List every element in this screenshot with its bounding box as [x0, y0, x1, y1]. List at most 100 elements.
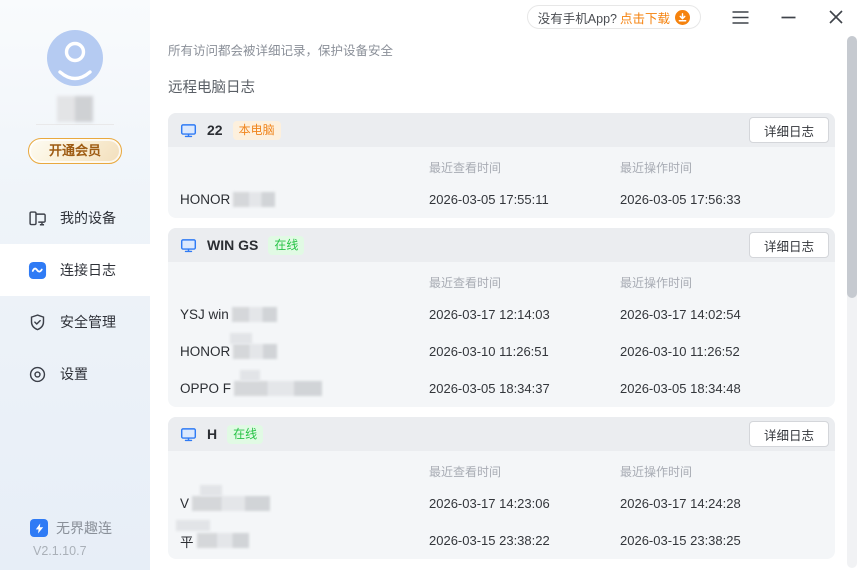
close-button[interactable] — [827, 8, 845, 26]
detail-log-button[interactable]: 详细日志 — [749, 117, 829, 143]
visitor-name: V — [180, 496, 190, 511]
log-table-header: 最近查看时间 最近操作时间 — [168, 147, 835, 181]
column-viewed: 最近查看时间 — [429, 275, 502, 290]
user-icon — [58, 41, 92, 81]
device-card: H 在线 详细日志 最近查看时间 最近操作时间 V 2026-03-17 14:… — [168, 417, 835, 559]
viewed-time: 2026-03-10 11:26:51 — [429, 344, 549, 359]
log-row: 平 2026-03-15 23:38:22 2026-03-15 23:38:2… — [168, 519, 835, 559]
viewed-time: 2026-03-17 12:14:03 — [429, 307, 550, 322]
device-log-cards: 22 本电脑 详细日志 最近查看时间 最近操作时间 HONOR 2026-03-… — [168, 113, 835, 559]
vip-upgrade-button[interactable]: 开通会员 — [28, 138, 122, 164]
hamburger-icon — [732, 10, 748, 24]
operated-time: 2026-03-10 11:26:52 — [620, 344, 740, 359]
operated-time: 2026-03-15 23:38:25 — [620, 533, 741, 548]
sidebar-item-label: 安全管理 — [60, 314, 116, 330]
operated-time: 2026-03-05 18:34:48 — [620, 381, 741, 396]
log-table-header: 最近查看时间 最近操作时间 — [168, 262, 835, 296]
monitor-icon — [180, 427, 197, 441]
device-card: WIN GS 在线 详细日志 最近查看时间 最近操作时间 YSJ win 202… — [168, 228, 835, 407]
sidebar: 开通会员 我的设备 连接日志 安全管理 设置 无界趣连 V2.1.10.7 — [0, 0, 150, 570]
operated-time: 2026-03-17 14:02:54 — [620, 307, 741, 322]
column-viewed: 最近查看时间 — [429, 464, 502, 479]
device-status-badge: 在线 — [268, 235, 305, 255]
log-table-header: 最近查看时间 最近操作时间 — [168, 451, 835, 485]
redacted-text — [176, 519, 210, 531]
device-card-header: 22 本电脑 详细日志 — [168, 113, 835, 147]
visitor-name: OPPO F — [180, 381, 232, 396]
brand-logo-icon — [30, 519, 48, 537]
viewed-time: 2026-03-05 17:55:11 — [429, 192, 549, 207]
viewed-time: 2026-03-05 18:34:37 — [429, 381, 550, 396]
username-blurred — [57, 96, 93, 122]
viewed-time: 2026-03-15 23:38:22 — [429, 533, 550, 548]
device-name: 22 — [207, 122, 223, 138]
brand: 无界趣连 V2.1.10.7 — [0, 518, 150, 558]
log-row: HONOR 2026-03-05 17:55:11 2026-03-05 17:… — [168, 181, 835, 218]
sidebar-item-label: 连接日志 — [60, 262, 116, 278]
visitor-name: YSJ win — [180, 307, 229, 322]
settings-icon — [28, 365, 47, 384]
sidebar-item-my-devices[interactable]: 我的设备 — [0, 192, 150, 244]
column-operated: 最近操作时间 — [620, 464, 693, 479]
device-status-badge: 在线 — [227, 424, 264, 444]
download-app-button[interactable]: 没有手机App? 点击下载 — [526, 5, 701, 29]
section-title: 远程电脑日志 — [168, 80, 255, 96]
device-status-badge: 本电脑 — [232, 120, 281, 140]
operated-time: 2026-03-17 14:24:28 — [620, 496, 741, 511]
redacted-text — [231, 307, 277, 322]
brand-name: 无界趣连 — [56, 520, 112, 536]
redacted-text — [230, 333, 252, 344]
redacted-text — [192, 496, 271, 511]
detail-log-button[interactable]: 详细日志 — [749, 421, 829, 447]
operated-time: 2026-03-05 17:56:33 — [620, 192, 741, 207]
app-version: V2.1.10.7 — [33, 544, 87, 558]
avatar[interactable] — [47, 30, 103, 86]
monitor-icon — [180, 238, 197, 252]
redacted-text — [196, 533, 249, 548]
sidebar-item-security[interactable]: 安全管理 — [0, 296, 150, 348]
minimize-button[interactable] — [779, 8, 797, 26]
log-row: OPPO F 2026-03-05 18:34:37 2026-03-05 18… — [168, 370, 835, 407]
redacted-text — [240, 370, 260, 381]
column-operated: 最近操作时间 — [620, 275, 693, 290]
monitor-icon — [180, 123, 197, 137]
main-content: 所有访问都会被详细记录，保护设备安全 远程电脑日志 22 本电脑 详细日志 最近… — [150, 0, 859, 570]
device-name: H — [207, 426, 218, 442]
devices-icon — [28, 209, 47, 228]
device-card: 22 本电脑 详细日志 最近查看时间 最近操作时间 HONOR 2026-03-… — [168, 113, 835, 218]
sidebar-item-connection-logs[interactable]: 连接日志 — [0, 244, 150, 296]
shield-check-icon — [28, 313, 47, 332]
redacted-text — [200, 485, 222, 496]
menu-button[interactable] — [731, 8, 749, 26]
column-operated: 最近操作时间 — [620, 160, 693, 175]
redacted-text — [233, 192, 276, 207]
sidebar-item-label: 我的设备 — [60, 210, 116, 226]
download-prompt-text: 没有手机App? — [537, 11, 617, 26]
device-card-header: H 在线 详细日志 — [168, 417, 835, 451]
close-icon — [829, 10, 843, 24]
log-row: YSJ win 2026-03-17 12:14:03 2026-03-17 1… — [168, 296, 835, 333]
redacted-text — [233, 344, 278, 359]
logs-icon — [28, 261, 47, 280]
sidebar-item-settings[interactable]: 设置 — [0, 348, 150, 400]
detail-log-button[interactable]: 详细日志 — [749, 232, 829, 258]
scrollbar-thumb[interactable] — [847, 36, 857, 298]
device-name: WIN GS — [207, 237, 259, 253]
download-action-text: 点击下载 — [619, 11, 670, 26]
visitor-name: HONOR — [180, 344, 231, 359]
visitor-name: 平 — [180, 534, 194, 550]
log-row: HONOR 2026-03-10 11:26:51 2026-03-10 11:… — [168, 333, 835, 370]
security-note: 所有访问都会被详细记录，保护设备安全 — [168, 44, 394, 58]
sidebar-item-label: 设置 — [60, 366, 88, 382]
titlebar: 没有手机App? 点击下载 — [150, 0, 859, 34]
sidebar-menu: 我的设备 连接日志 安全管理 设置 — [0, 192, 150, 400]
visitor-name: HONOR — [180, 192, 231, 207]
log-row: V 2026-03-17 14:23:06 2026-03-17 14:24:2… — [168, 485, 835, 522]
download-icon — [675, 9, 690, 25]
minimize-icon — [781, 16, 795, 18]
divider — [36, 124, 114, 125]
viewed-time: 2026-03-17 14:23:06 — [429, 496, 550, 511]
column-viewed: 最近查看时间 — [429, 160, 502, 175]
scrollbar-track[interactable] — [847, 36, 857, 568]
device-card-header: WIN GS 在线 详细日志 — [168, 228, 835, 262]
